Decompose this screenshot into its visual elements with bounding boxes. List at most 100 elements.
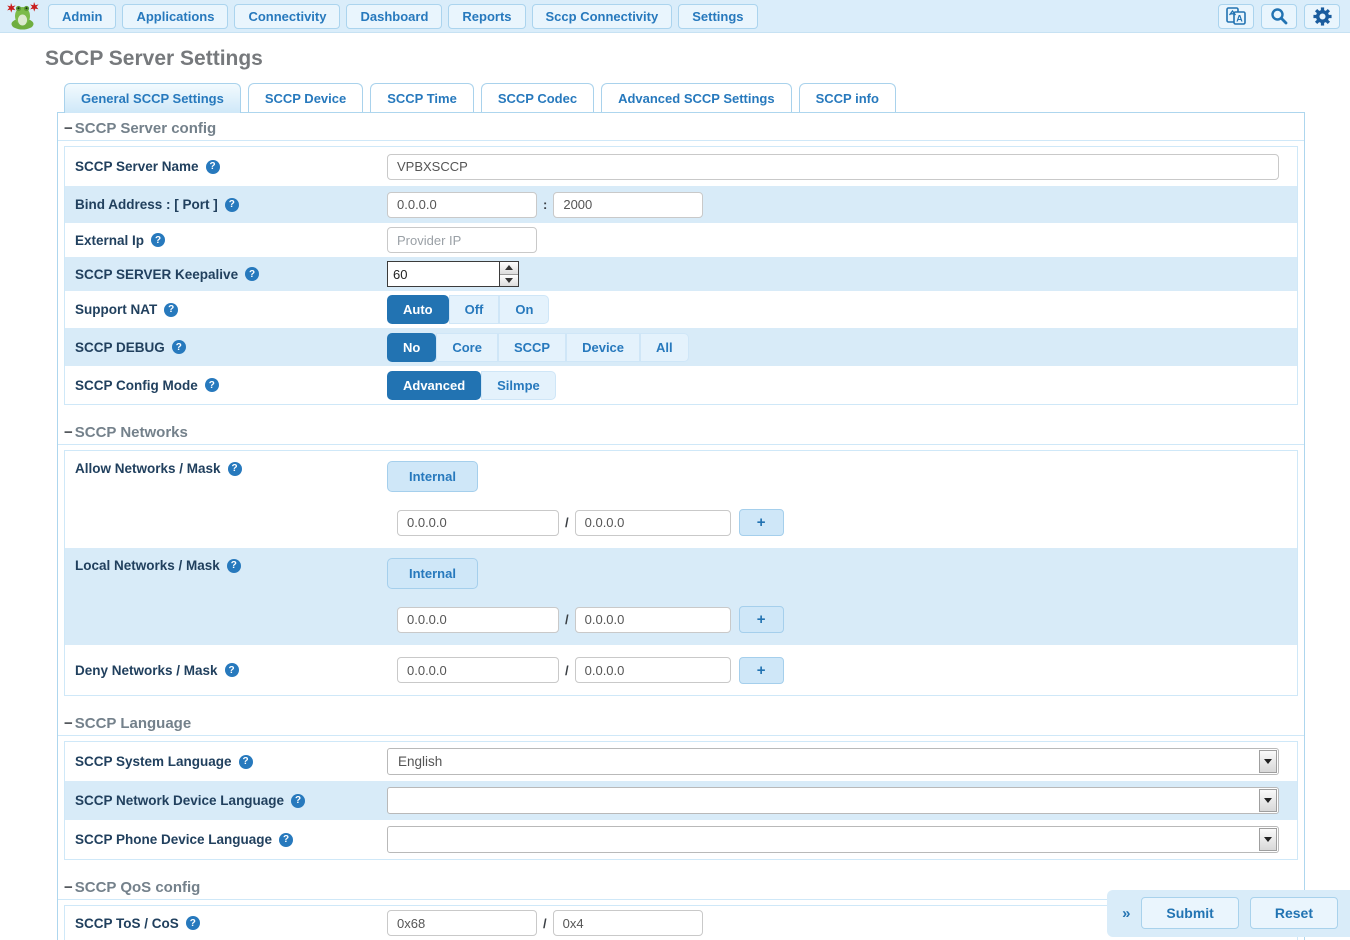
stepper-down-icon[interactable]: [500, 275, 518, 287]
field-label-deny-networks: Deny Networks / Mask ?: [75, 663, 387, 678]
chevron-down-icon[interactable]: [1259, 789, 1277, 812]
debug-device-button[interactable]: Device: [566, 333, 640, 362]
debug-core-button[interactable]: Core: [436, 333, 498, 362]
local-networks-control: Internal / +: [387, 558, 784, 633]
collapse-icon[interactable]: −: [64, 121, 73, 136]
add-deny-network-button[interactable]: +: [739, 657, 784, 684]
help-icon[interactable]: ?: [279, 833, 293, 847]
chevron-down-icon[interactable]: [1259, 750, 1277, 773]
help-icon[interactable]: ?: [225, 663, 239, 677]
allow-internal-button[interactable]: Internal: [387, 461, 478, 492]
network-device-language-select[interactable]: [387, 787, 1279, 814]
row-sccp-server-name: SCCP Server Name ?: [65, 147, 1297, 186]
label-text: SCCP SERVER Keepalive: [75, 267, 238, 282]
slash-separator: /: [565, 515, 569, 530]
help-icon[interactable]: ?: [245, 267, 259, 281]
sccp-server-name-input[interactable]: [387, 154, 1279, 180]
nav-item-settings[interactable]: Settings: [678, 4, 757, 29]
phone-device-language-select[interactable]: [387, 826, 1279, 853]
stepper-up-icon[interactable]: [500, 262, 518, 275]
tab-sccp-device[interactable]: SCCP Device: [248, 83, 363, 112]
help-icon[interactable]: ?: [164, 303, 178, 317]
row-local-networks: Local Networks / Mask ? Internal / +: [65, 548, 1297, 645]
nav-item-applications[interactable]: Applications: [122, 4, 228, 29]
tab-advanced-sccp-settings[interactable]: Advanced SCCP Settings: [601, 83, 792, 112]
freepbx-logo[interactable]: [4, 1, 42, 32]
local-network-inputs: / +: [397, 606, 784, 633]
help-icon[interactable]: ?: [172, 340, 186, 354]
collapse-icon[interactable]: −: [64, 716, 73, 731]
help-icon[interactable]: ?: [206, 160, 220, 174]
row-config-mode: SCCP Config Mode ? Advanced Silmpe: [65, 366, 1297, 404]
tab-sccp-info[interactable]: SCCP info: [799, 83, 896, 112]
help-icon[interactable]: ?: [205, 378, 219, 392]
help-icon[interactable]: ?: [239, 755, 253, 769]
local-internal-button[interactable]: Internal: [387, 558, 478, 589]
nat-auto-button[interactable]: Auto: [387, 295, 449, 324]
help-icon[interactable]: ?: [291, 794, 305, 808]
language-button[interactable]: A: [1218, 4, 1254, 29]
field-label-allow-networks: Allow Networks / Mask ?: [75, 461, 387, 476]
keepalive-stepper[interactable]: [387, 261, 519, 287]
field-label-phone-device-language: SCCP Phone Device Language ?: [75, 832, 387, 847]
field-label-external-ip: External Ip ?: [75, 233, 387, 248]
debug-no-button[interactable]: No: [387, 333, 436, 362]
collapse-icon[interactable]: −: [64, 880, 73, 895]
chevron-down-icon[interactable]: [1259, 828, 1277, 851]
slash-separator: /: [543, 916, 547, 931]
config-mode-advanced-button[interactable]: Advanced: [387, 371, 481, 400]
submit-button[interactable]: Submit: [1141, 897, 1238, 929]
row-allow-networks: Allow Networks / Mask ? Internal / +: [65, 451, 1297, 548]
deny-mask-input[interactable]: [575, 657, 731, 683]
help-icon[interactable]: ?: [225, 198, 239, 212]
search-button[interactable]: [1261, 4, 1297, 29]
tab-sccp-codec[interactable]: SCCP Codec: [481, 83, 594, 112]
tab-sccp-time[interactable]: SCCP Time: [370, 83, 474, 112]
field-label-system-language: SCCP System Language ?: [75, 754, 387, 769]
keepalive-input[interactable]: [388, 262, 499, 286]
deny-network-input[interactable]: [397, 657, 559, 683]
help-icon[interactable]: ?: [228, 462, 242, 476]
language-icon: A: [1226, 7, 1246, 25]
label-text: SCCP System Language: [75, 754, 232, 769]
config-mode-simple-button[interactable]: Silmpe: [481, 371, 556, 400]
bind-port-input[interactable]: [553, 192, 703, 218]
bind-address-input[interactable]: [387, 192, 537, 218]
reset-button[interactable]: Reset: [1250, 897, 1338, 929]
help-icon[interactable]: ?: [186, 916, 200, 930]
nat-on-button[interactable]: On: [499, 295, 549, 324]
local-network-input[interactable]: [397, 607, 559, 633]
nav-item-reports[interactable]: Reports: [448, 4, 525, 29]
tab-bar: General SCCP Settings SCCP Device SCCP T…: [64, 83, 1350, 112]
top-navbar: Admin Applications Connectivity Dashboar…: [0, 0, 1350, 33]
action-bar: » Submit Reset: [1107, 890, 1350, 937]
help-icon[interactable]: ?: [227, 559, 241, 573]
allow-network-input[interactable]: [397, 510, 559, 536]
external-ip-input[interactable]: [387, 227, 537, 253]
allow-mask-input[interactable]: [575, 510, 731, 536]
nat-off-button[interactable]: Off: [449, 295, 500, 324]
tab-general-sccp-settings[interactable]: General SCCP Settings: [64, 83, 241, 113]
collapse-icon[interactable]: −: [64, 425, 73, 440]
local-mask-input[interactable]: [575, 607, 731, 633]
nav-item-sccp-connectivity[interactable]: Sccp Connectivity: [532, 4, 673, 29]
debug-sccp-button[interactable]: SCCP: [498, 333, 566, 362]
add-allow-network-button[interactable]: +: [739, 509, 784, 536]
row-phone-device-language: SCCP Phone Device Language ?: [65, 820, 1297, 859]
gear-icon: [1312, 6, 1333, 27]
add-local-network-button[interactable]: +: [739, 606, 784, 633]
sccp-tos-input[interactable]: [387, 910, 537, 936]
slash-separator: /: [565, 663, 569, 678]
collapse-chevrons-icon[interactable]: »: [1122, 905, 1130, 922]
settings-gear-button[interactable]: [1304, 4, 1340, 29]
nav-item-dashboard[interactable]: Dashboard: [346, 4, 442, 29]
row-bind-address: Bind Address : [ Port ] ? :: [65, 186, 1297, 223]
nav-item-admin[interactable]: Admin: [48, 4, 116, 29]
deny-network-inputs: / +: [397, 657, 784, 684]
help-icon[interactable]: ?: [151, 233, 165, 247]
sccp-cos-input[interactable]: [553, 910, 703, 936]
nav-item-connectivity[interactable]: Connectivity: [234, 4, 340, 29]
system-language-select[interactable]: English: [387, 748, 1279, 775]
field-label-local-networks: Local Networks / Mask ?: [75, 558, 387, 573]
debug-all-button[interactable]: All: [640, 333, 689, 362]
